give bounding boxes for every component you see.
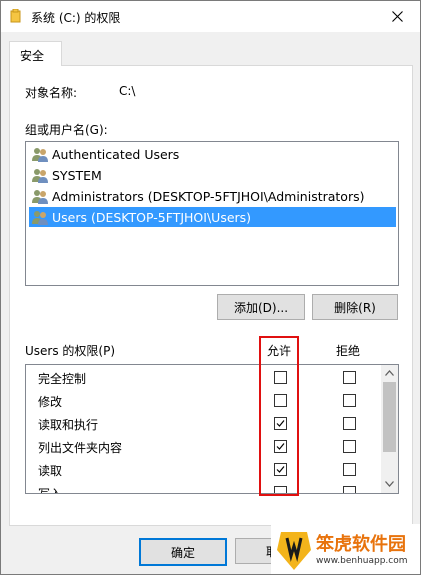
- permissions-label: Users 的权限(P): [25, 344, 116, 358]
- deny-checkbox[interactable]: [343, 394, 356, 407]
- object-name-label: 对象名称:: [25, 86, 78, 100]
- deny-checkbox[interactable]: [343, 417, 356, 430]
- permission-row-read-execute: 读取和执行: [26, 412, 380, 435]
- ok-button[interactable]: 确定: [139, 538, 227, 566]
- allow-column-highlight: [259, 336, 299, 496]
- deny-checkbox[interactable]: [343, 371, 356, 384]
- user-group-icon: [32, 169, 48, 183]
- deny-column-header: 拒绝: [336, 344, 361, 358]
- list-item-authenticated-users[interactable]: Authenticated Users: [31, 144, 179, 164]
- list-item-administrators[interactable]: Administrators (DESKTOP-5FTJHOI\Administ…: [31, 186, 365, 206]
- deny-checkbox[interactable]: [343, 486, 356, 493]
- tiger-logo-icon: [277, 532, 311, 570]
- deny-checkbox[interactable]: [343, 463, 356, 476]
- list-item-system[interactable]: SYSTEM: [31, 165, 102, 185]
- title-bar: 系统 (C:) 的权限: [1, 1, 420, 32]
- permission-name: 列出文件夹内容: [38, 441, 123, 455]
- list-item-users[interactable]: Users (DESKTOP-5FTJHOI\Users): [29, 207, 396, 227]
- drive-icon: [10, 9, 21, 23]
- permission-name: 读取和执行: [38, 418, 99, 432]
- add-button[interactable]: 添加(D)...: [217, 294, 305, 320]
- user-group-icon: [32, 190, 48, 204]
- permission-name: 完全控制: [38, 372, 87, 386]
- permission-row-full-control: 完全控制: [26, 366, 380, 389]
- scroll-up-icon[interactable]: [385, 370, 394, 376]
- scroll-down-icon[interactable]: [385, 481, 394, 487]
- window-title: 系统 (C:) 的权限: [31, 11, 121, 25]
- permission-row-read: 读取: [26, 458, 380, 481]
- permissions-dialog: 系统 (C:) 的权限 安全 对象名称: C:\ 组或用户名(G): Authe…: [0, 0, 421, 575]
- list-item-label: Users (DESKTOP-5FTJHOI\Users): [52, 209, 252, 225]
- watermark: 笨虎软件园 www.benhuapp.com: [271, 524, 420, 574]
- user-group-icon: [32, 148, 48, 162]
- close-icon: [391, 11, 403, 22]
- remove-button[interactable]: 删除(R): [312, 294, 398, 320]
- list-item-label: SYSTEM: [52, 167, 102, 183]
- permission-row-write: 写入: [26, 481, 380, 494]
- list-item-label: Authenticated Users: [52, 146, 180, 162]
- groups-listbox[interactable]: Authenticated Users SYSTEM Administrator…: [25, 141, 399, 286]
- tab-security[interactable]: 安全: [9, 41, 62, 66]
- permission-name: 写入: [38, 487, 63, 494]
- permissions-list: 完全控制 修改 读取和执行 列出文件夹内容 读取 写入: [25, 364, 399, 494]
- permission-row-list-folder: 列出文件夹内容: [26, 435, 380, 458]
- permissions-scrollbar[interactable]: [381, 365, 398, 493]
- permission-name: 修改: [38, 395, 63, 409]
- list-item-label: Administrators (DESKTOP-5FTJHOI\Administ…: [52, 188, 365, 204]
- tab-security-label: 安全: [20, 49, 45, 63]
- permission-name: 读取: [38, 464, 63, 478]
- watermark-text: 笨虎软件园: [316, 534, 406, 555]
- scroll-thumb[interactable]: [383, 382, 396, 452]
- user-group-icon: [32, 211, 48, 225]
- deny-checkbox[interactable]: [343, 440, 356, 453]
- groups-label: 组或用户名(G):: [25, 123, 108, 137]
- object-name-value: C:\: [119, 84, 136, 98]
- watermark-url: www.benhuapp.com: [316, 556, 408, 566]
- close-button[interactable]: [374, 1, 420, 32]
- permission-row-modify: 修改: [26, 389, 380, 412]
